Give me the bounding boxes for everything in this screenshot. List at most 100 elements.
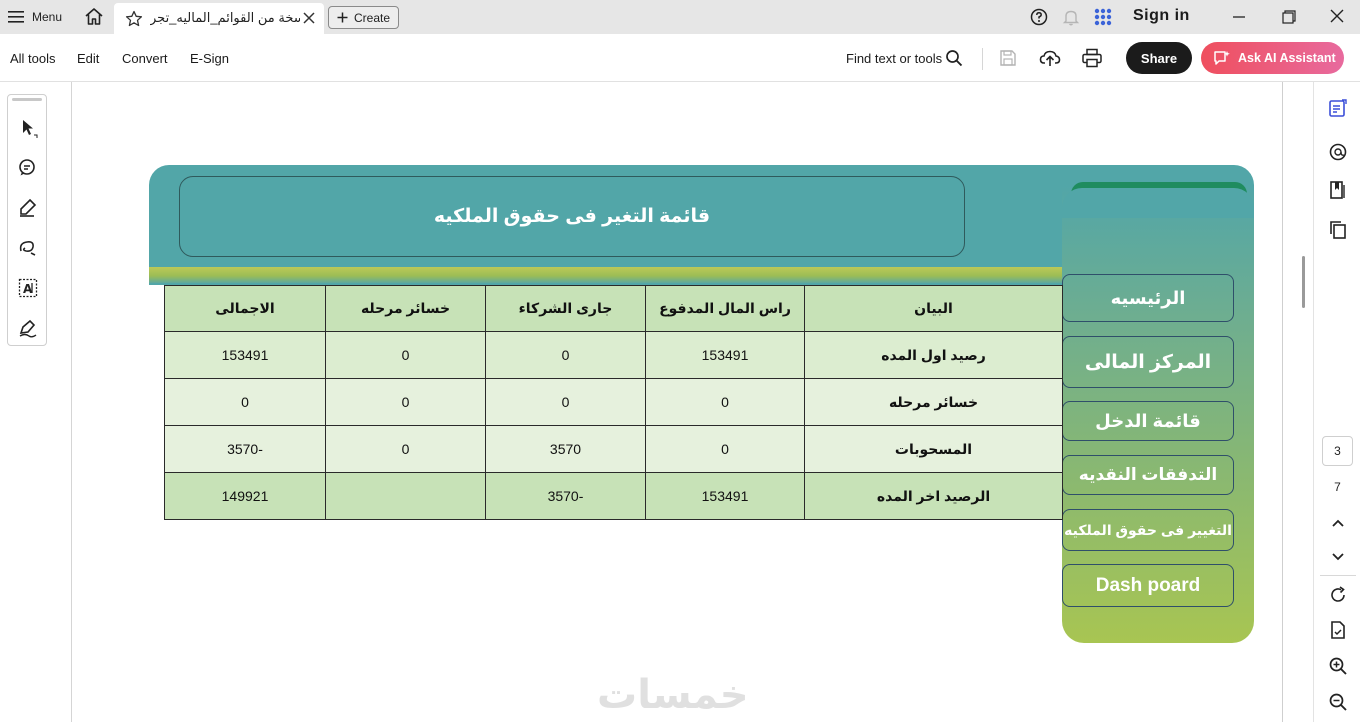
table-cell: 153491 (645, 472, 805, 520)
pages-icon[interactable] (1328, 220, 1348, 240)
hamburger-icon (8, 10, 24, 24)
nav-dashboard-button[interactable]: Dash poard (1062, 564, 1234, 607)
edit-menu[interactable]: Edit (77, 51, 99, 66)
navigation-panel-top (1062, 188, 1254, 218)
toolbar-divider (982, 48, 983, 70)
right-panel-divider (1320, 575, 1356, 576)
share-button[interactable]: Share (1126, 42, 1192, 74)
select-cursor-icon[interactable] (17, 117, 39, 139)
quick-tools-panel: A (7, 94, 47, 346)
table-cell: 0 (325, 378, 486, 426)
table-cell: 0 (645, 425, 805, 473)
create-label: Create (353, 10, 391, 25)
watermark-logo: خمسات (597, 673, 749, 717)
table-total-row: الرصيد اخر المده 153491 -3570 149921 (164, 472, 1063, 520)
create-button[interactable]: Create (328, 6, 399, 29)
save-icon[interactable] (998, 48, 1018, 68)
row-label: خسائر مرحله (804, 378, 1063, 426)
draw-freehand-icon[interactable] (17, 237, 39, 259)
table-cell: 0 (485, 378, 646, 426)
slide-header-stripe (149, 267, 1062, 283)
table-row: خسائر مرحله 0 0 0 0 (164, 378, 1063, 426)
column-header: البيان (804, 285, 1063, 332)
nav-equity-changes-button[interactable]: التغيير فى حقوق الملكيه (1062, 509, 1234, 551)
sign-pen-icon[interactable] (17, 317, 39, 339)
table-cell: 153491 (164, 331, 326, 379)
sign-in-link[interactable]: Sign in (1133, 7, 1190, 25)
panel-grip[interactable] (12, 98, 42, 101)
bell-icon[interactable] (1062, 8, 1080, 26)
table-header-row: البيان راس المال المدفوع جارى الشركاء خس… (164, 285, 1063, 332)
tab-bar: Menu نسخة من القوائم_الماليه_تجر... Crea… (0, 0, 1360, 34)
edit-pdf-icon[interactable] (1328, 98, 1348, 118)
page-title: قائمة التغير فى حقوق الملكيه (179, 176, 965, 257)
table-cell: 0 (325, 331, 486, 379)
main-toolbar: All tools Edit Convert E-Sign Find text … (0, 34, 1360, 82)
table-row: رصيد اول المده 153491 0 0 153491 (164, 331, 1063, 379)
zoom-in-icon[interactable] (1328, 656, 1348, 676)
menu-button[interactable]: Menu (8, 7, 62, 27)
ask-ai-label: Ask AI Assistant (1238, 51, 1336, 65)
close-tab-icon[interactable] (302, 11, 316, 25)
row-label: المسحوبات (804, 425, 1063, 473)
document-canvas[interactable]: قائمة التغير فى حقوق الملكيه الرئيسيه ال… (73, 82, 1283, 722)
menu-label: Menu (32, 10, 63, 24)
page-tools-icon[interactable] (1328, 620, 1348, 640)
equity-changes-table: البيان راس المال المدفوع جارى الشركاء خس… (164, 285, 1063, 520)
nav-income-statement-button[interactable]: قائمة الدخل (1062, 401, 1234, 441)
table-cell: 0 (485, 331, 646, 379)
home-icon[interactable] (84, 7, 104, 27)
nav-financial-position-button[interactable]: المركز المالى (1062, 336, 1234, 388)
cloud-upload-icon[interactable] (1039, 47, 1061, 69)
plus-icon (337, 12, 348, 23)
comments-icon[interactable] (1328, 142, 1348, 162)
bookmarks-icon[interactable] (1328, 180, 1348, 200)
column-header: جارى الشركاء (485, 285, 646, 332)
row-label: رصيد اول المده (804, 331, 1063, 379)
all-tools-menu[interactable]: All tools (10, 51, 56, 66)
search-icon[interactable] (945, 49, 963, 67)
left-tools-area: A (0, 82, 72, 722)
table-cell (325, 472, 486, 520)
nav-cash-flow-button[interactable]: التدفقات النقديه (1062, 455, 1234, 495)
vertical-scrollbar-thumb[interactable] (1302, 256, 1305, 308)
add-comment-icon[interactable] (17, 157, 39, 179)
rotate-icon[interactable] (1328, 585, 1348, 605)
table-cell: 0 (645, 378, 805, 426)
right-tools-area: 3 7 (1313, 82, 1360, 722)
text-box-icon[interactable]: A (17, 277, 39, 299)
current-page-input[interactable]: 3 (1322, 436, 1353, 466)
row-label: الرصيد اخر المده (804, 472, 1063, 520)
chevron-down-icon[interactable] (1328, 547, 1348, 567)
table-cell: 0 (164, 378, 326, 426)
tab-title: نسخة من القوائم_الماليه_تجر... (150, 10, 300, 25)
document-tab[interactable]: نسخة من القوائم_الماليه_تجر... (114, 3, 324, 34)
nav-home-button[interactable]: الرئيسيه (1062, 274, 1234, 322)
column-header: الاجمالى (164, 285, 326, 332)
star-icon[interactable] (125, 10, 143, 28)
table-row: المسحوبات 0 3570 0 -3570 (164, 425, 1063, 473)
table-cell: 3570 (485, 425, 646, 473)
ai-chat-icon (1213, 49, 1231, 67)
canvas-edge (1282, 82, 1283, 722)
find-text-or-tools[interactable]: Find text or tools (846, 51, 942, 66)
print-icon[interactable] (1081, 47, 1103, 69)
help-icon[interactable] (1030, 8, 1048, 26)
table-cell: -3570 (164, 425, 326, 473)
highlight-pen-icon[interactable] (17, 197, 39, 219)
table-cell: -3570 (485, 472, 646, 520)
chevron-up-icon[interactable] (1328, 513, 1348, 533)
table-cell: 153491 (645, 331, 805, 379)
convert-menu[interactable]: Convert (122, 51, 168, 66)
ask-ai-assistant-button[interactable]: Ask AI Assistant (1201, 42, 1344, 74)
table-cell: 149921 (164, 472, 326, 520)
restore-icon[interactable] (1280, 8, 1298, 26)
window-close-icon[interactable] (1328, 7, 1346, 25)
apps-grid-icon[interactable] (1094, 8, 1112, 26)
total-pages: 7 (1334, 480, 1341, 494)
esign-menu[interactable]: E-Sign (190, 51, 229, 66)
table-cell: 0 (325, 425, 486, 473)
zoom-out-icon[interactable] (1328, 692, 1348, 712)
minimize-icon[interactable] (1230, 8, 1248, 26)
column-header: راس المال المدفوع (645, 285, 805, 332)
